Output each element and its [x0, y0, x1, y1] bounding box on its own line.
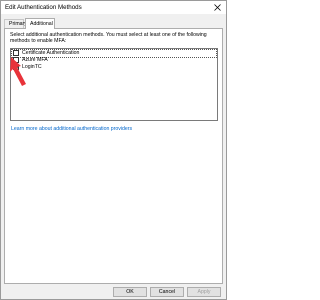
dialog-window: Edit Authentication Methods Primary Addi…	[0, 0, 227, 300]
close-icon	[214, 4, 221, 11]
apply-button[interactable]: Apply	[187, 287, 221, 297]
window-title: Edit Authentication Methods	[5, 4, 82, 11]
method-label: Certificate Authentication	[22, 49, 80, 56]
method-label: Azure MFA	[22, 56, 48, 63]
checkbox-azure-mfa[interactable]	[13, 57, 19, 63]
close-button[interactable]	[213, 3, 222, 12]
cancel-button[interactable]: Cancel	[150, 287, 184, 297]
methods-list[interactable]: Certificate Authentication Azure MFA Log…	[10, 48, 218, 121]
learn-more-link[interactable]: Learn more about additional authenticati…	[11, 126, 132, 132]
checkbox-certificate-authentication[interactable]	[13, 50, 19, 56]
list-item-azure-mfa[interactable]: Azure MFA	[12, 57, 216, 64]
title-bar: Edit Authentication Methods	[1, 1, 226, 14]
instructions-text: Select additional authentication methods…	[10, 32, 207, 45]
method-label: LoginTC	[22, 63, 42, 70]
checkbox-logintc[interactable]	[13, 64, 19, 70]
tab-additional[interactable]: Additional	[25, 18, 55, 29]
tab-panel-additional: Select additional authentication methods…	[4, 28, 223, 284]
checkmark-icon	[14, 65, 19, 70]
list-item-logintc[interactable]: LoginTC	[12, 64, 216, 71]
ok-button[interactable]: OK	[113, 287, 147, 297]
